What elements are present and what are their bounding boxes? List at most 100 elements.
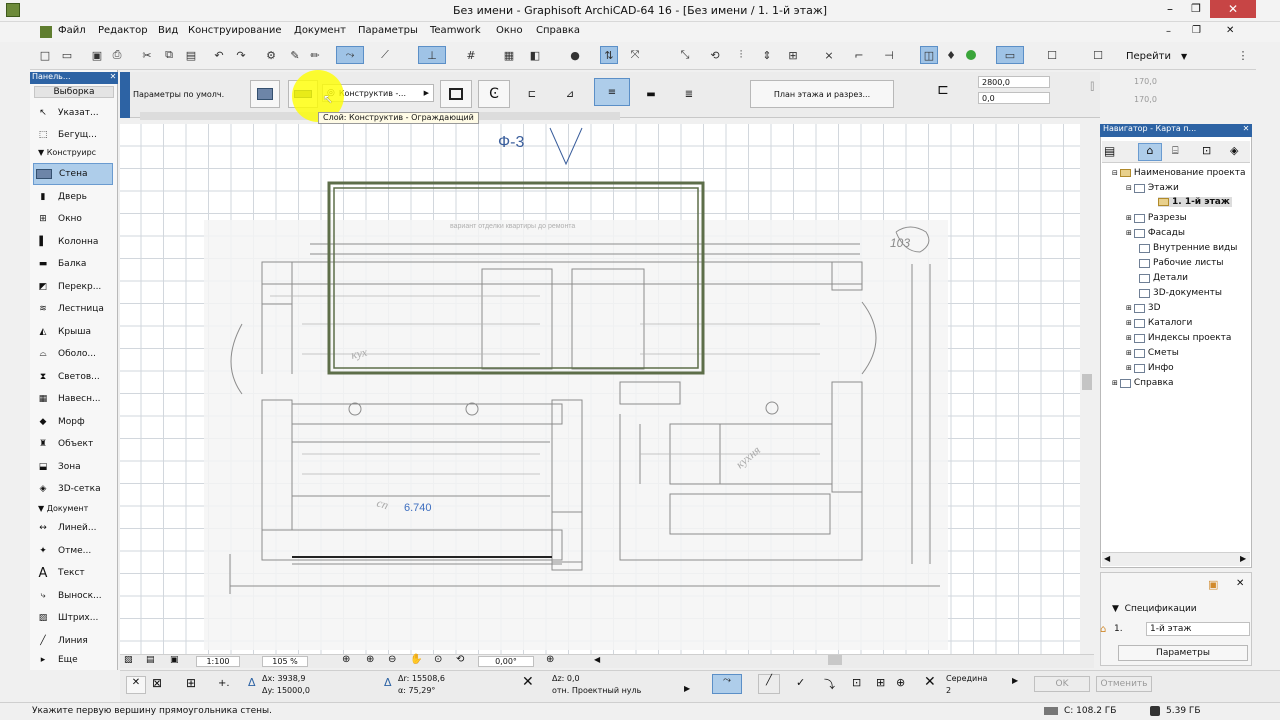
3d-window-icon[interactable]: ◫ — [920, 46, 938, 64]
snap-grid-icon[interactable]: ⊞ — [186, 676, 196, 690]
print-icon[interactable]: ⎙ — [108, 46, 126, 64]
adjust-icon[interactable]: ⊣ — [880, 46, 898, 64]
nav-item[interactable]: ⊞ Справка — [1112, 378, 1174, 388]
tool-mesh[interactable]: ◈ 3D-сетка — [33, 478, 113, 500]
tool-level-dimension[interactable]: ✦ Отме... — [33, 540, 113, 562]
reference-value[interactable]: отн. Проектный нуль — [552, 686, 641, 695]
tool-door[interactable]: ▮ Дверь — [33, 186, 113, 208]
tool-wall[interactable]: Стена — [33, 163, 113, 185]
design-section-header[interactable]: ▼ Конструирс — [38, 148, 96, 157]
close-icon[interactable]: ✕ — [1210, 0, 1256, 18]
multiply-icon[interactable]: ⊞ — [784, 46, 802, 64]
dr-value[interactable]: Δr: 15508,6 — [398, 674, 445, 683]
reference-dropdown-icon[interactable]: ▶ — [684, 684, 690, 693]
special-snap-count[interactable]: 2 — [946, 686, 951, 695]
ref-line-button[interactable]: ⊏ — [516, 80, 548, 108]
toolbox-close-icon[interactable]: ✕ — [108, 72, 118, 84]
floor-plan-canvas[interactable]: 103 вариант отделки квартиры до ремонта … — [120, 124, 1094, 654]
project-map-icon[interactable]: ▤ — [1104, 144, 1128, 160]
elevate-icon[interactable]: ⇕ — [758, 46, 776, 64]
cancel-button[interactable]: Отменить — [1096, 676, 1152, 692]
tool-object[interactable]: ♜ Объект — [33, 433, 113, 455]
menu-options[interactable]: Параметры — [358, 25, 418, 36]
dy-value[interactable]: Δy: 15000,0 — [262, 686, 310, 695]
arc-snap-icon[interactable]: ⤵ — [824, 676, 835, 692]
parallel-icon[interactable]: ⊞ — [876, 676, 885, 689]
gravity-icon[interactable]: ⤳ — [336, 46, 364, 64]
curved-wall-button[interactable]: Ͼ — [478, 80, 510, 108]
menu-file[interactable]: Файл — [58, 25, 86, 36]
renovation-icon[interactable]: ⇅ — [600, 46, 618, 64]
undo-icon[interactable]: ↶ — [210, 46, 228, 64]
settings-icon[interactable]: ▣ — [1208, 578, 1218, 591]
find-select-icon[interactable]: ⚙ — [262, 46, 280, 64]
drag-icon[interactable]: ⤡ — [676, 46, 694, 64]
slant-wall-button[interactable]: ⊿ — [554, 80, 586, 108]
wall-thickness-button[interactable]: ≣ — [674, 80, 704, 108]
nav-item-selected[interactable]: 1. 1-й этаж — [1158, 197, 1232, 207]
specs-params-button[interactable]: Параметры — [1118, 645, 1248, 661]
scroll-right-icon[interactable]: ▶ — [1240, 554, 1246, 563]
favorites-icon[interactable]: ☐ — [1040, 46, 1064, 64]
menu-teamwork[interactable]: Teamwork — [430, 25, 481, 36]
open-icon[interactable]: ▭ — [58, 46, 76, 64]
nav-item[interactable]: 3D-документы — [1139, 288, 1222, 298]
angle-value[interactable]: α: 75,29° — [398, 686, 435, 695]
ref-line-location-button[interactable]: ≡ — [594, 78, 630, 106]
publisher-icon[interactable]: ⊡ — [1202, 144, 1211, 157]
snap-dropdown-icon[interactable]: ▶ — [1012, 676, 1018, 685]
nav-item[interactable]: ⊞ Сметы — [1126, 348, 1179, 358]
cut-icon[interactable]: ✂ — [138, 46, 156, 64]
tool-zone[interactable]: ⬓ Зона — [33, 456, 113, 478]
settings-dialog-button[interactable] — [250, 80, 280, 108]
rotate-icon[interactable]: ⟲ — [706, 46, 724, 64]
view-map-icon[interactable]: ⌂ — [1138, 143, 1162, 161]
tool-label[interactable]: ⤷ Выноск... — [33, 585, 113, 607]
wall-end-button[interactable]: ▬ — [636, 80, 666, 108]
tool-roof[interactable]: ◭ Крыша — [33, 321, 113, 343]
mdi-minimize-icon[interactable]: – — [1166, 26, 1171, 37]
floor-plan-section-button[interactable]: План этажа и разрез... — [750, 80, 894, 108]
grid-snap-icon[interactable]: # — [462, 46, 480, 64]
nav-item[interactable]: Рабочие листы — [1139, 258, 1223, 268]
pen-set-icon[interactable]: ◧ — [526, 46, 544, 64]
intersect-icon[interactable]: ⨯ — [820, 46, 838, 64]
tool-beam[interactable]: ▬ Балка — [33, 253, 113, 275]
guide-line-icon[interactable]: ⟋ — [376, 46, 394, 64]
ok-button[interactable]: OK — [1034, 676, 1090, 692]
mirror-icon[interactable]: ⫶ — [732, 46, 750, 64]
snap-mode-button[interactable]: ⤳ — [712, 674, 742, 694]
tool-stair[interactable]: ≋ Лестница — [33, 298, 113, 320]
scale-field[interactable]: 1:100 — [196, 656, 240, 667]
rotate-view-icon[interactable]: ⟲ — [456, 654, 464, 665]
nav-item[interactable]: Детали — [1139, 273, 1188, 283]
redo-icon[interactable]: ↷ — [232, 46, 250, 64]
selection-tab[interactable]: Выборка — [34, 86, 114, 98]
more-toolbar-icon[interactable]: ⋮ — [1234, 46, 1252, 64]
menu-document[interactable]: Документ — [294, 25, 346, 36]
fill-icon[interactable]: ● — [566, 46, 584, 64]
layout-book-icon[interactable]: ⌸ — [1172, 144, 1179, 158]
specs-close-icon[interactable]: ✕ — [1236, 578, 1244, 589]
zoom-field[interactable]: 105 % — [262, 656, 308, 667]
view-icon[interactable]: ▧ — [124, 655, 133, 665]
mdi-restore-icon[interactable]: ❐ — [1192, 25, 1201, 36]
tool-fill[interactable]: ▨ Штрих... — [33, 607, 113, 629]
zoom-previous-icon[interactable]: ⊕ — [546, 654, 554, 665]
layers-icon[interactable]: ▦ — [500, 46, 518, 64]
new-icon[interactable]: □ — [36, 46, 54, 64]
save-icon[interactable]: ▣ — [88, 46, 106, 64]
view-map-small-icon[interactable]: ▣ — [170, 655, 179, 665]
offset-field[interactable]: 0,0 — [978, 92, 1050, 104]
scroll-left-icon[interactable]: ◀ — [594, 655, 600, 664]
tool-skylight[interactable]: ⧗ Светов... — [33, 366, 113, 388]
goto-dropdown[interactable]: Перейти ▼ — [1126, 48, 1226, 64]
tool-more[interactable]: ▸ Еще — [33, 652, 113, 668]
tool-line[interactable]: ╱ Линия — [33, 630, 113, 652]
menu-edit[interactable]: Редактор — [98, 25, 148, 36]
zoom-out-icon[interactable]: ⊖ — [388, 654, 396, 665]
zoom-window-icon[interactable]: ⊕ — [342, 654, 350, 665]
grid-toggle-icon[interactable]: ⊠ — [152, 676, 162, 690]
document-section-header[interactable]: ▼ Документ — [38, 504, 88, 513]
nav-item[interactable]: Внутренние виды — [1139, 243, 1237, 253]
